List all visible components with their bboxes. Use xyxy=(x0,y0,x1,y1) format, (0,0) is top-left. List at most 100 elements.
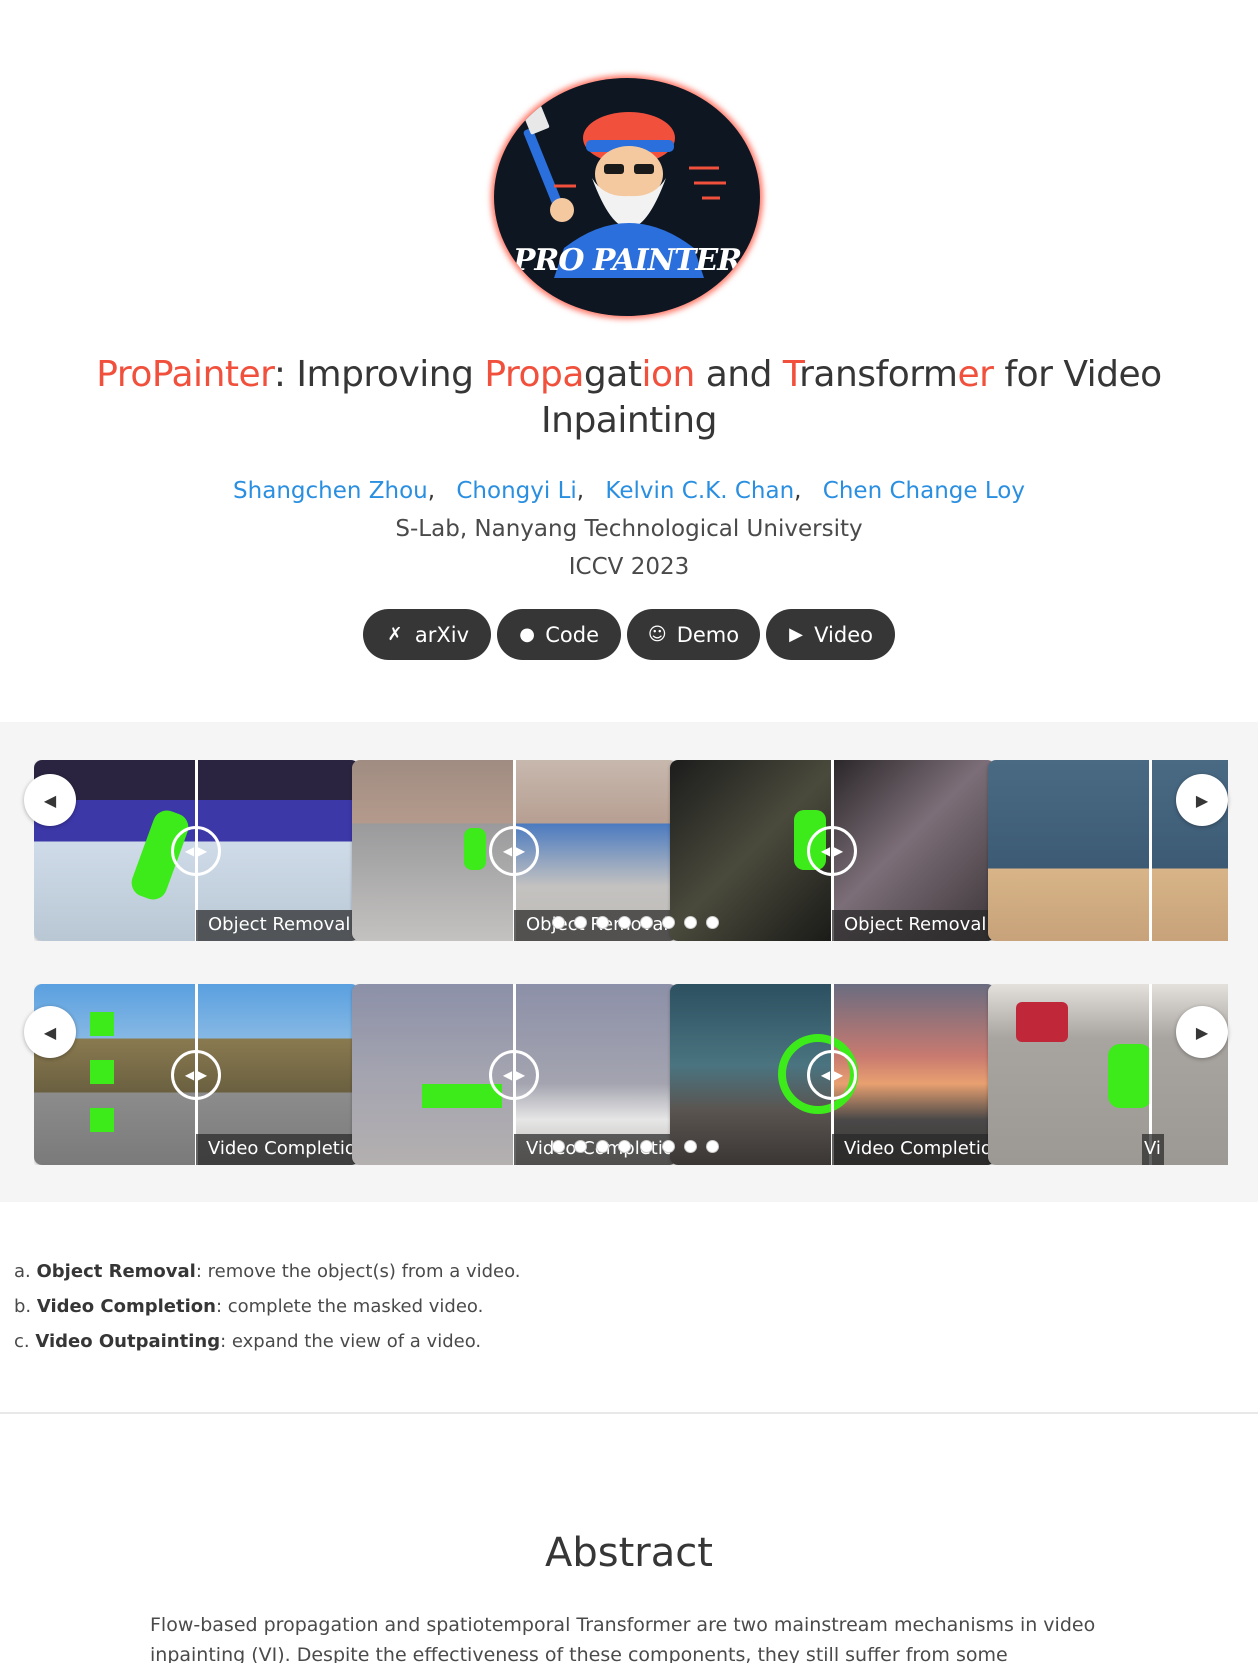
object-mask xyxy=(1108,1044,1152,1108)
pagination-dot[interactable] xyxy=(684,916,697,929)
carousel-next-button[interactable]: ▶ xyxy=(1176,1006,1228,1058)
abstract-text: Flow-based propagation and spatiotempora… xyxy=(150,1614,1096,1663)
card-label: Video Completion xyxy=(832,1134,995,1165)
button-label: arXiv xyxy=(414,622,469,647)
title-segment: gat xyxy=(583,354,642,395)
pagination-dot[interactable] xyxy=(640,916,653,929)
affiliation: S-Lab, Nanyang Technological University xyxy=(395,516,863,542)
object-mask xyxy=(464,828,486,870)
task-name: Video Outpainting xyxy=(35,1331,221,1352)
publication-links: ✗ arXiv ● Code ☺ Demo ▶ Video xyxy=(0,609,1258,660)
carousel-prev-button[interactable]: ◀ xyxy=(24,1006,76,1058)
carousel-prev-button[interactable]: ◀ xyxy=(24,774,76,826)
slider-handle-icon[interactable]: ◀ ▶ xyxy=(807,826,857,876)
task-item: a. Object Removal: remove the object(s) … xyxy=(14,1254,521,1289)
video-completion-carousel: ◀ ▶ Video Completion ◀ ▶ Video Completio… xyxy=(34,984,1228,1165)
pagination-dot[interactable] xyxy=(662,1140,675,1153)
logo-wordmark: PRO PAINTER xyxy=(512,243,742,278)
section-divider xyxy=(0,1412,1258,1414)
card-label: Vi xyxy=(1142,1134,1164,1165)
mask-block xyxy=(90,1108,114,1132)
button-label: Demo xyxy=(676,622,740,647)
author-separator: , xyxy=(427,478,436,504)
author-link[interactable]: Shangchen Zhou xyxy=(233,478,428,504)
slider-divider xyxy=(1149,760,1152,941)
demo-button[interactable]: ☺ Demo xyxy=(627,609,760,660)
comparison-slider[interactable]: ◀ ▶ Object Removal xyxy=(670,760,995,941)
button-label: Code xyxy=(545,622,599,647)
author-link[interactable]: Kelvin C.K. Chan xyxy=(605,478,794,504)
slider-handle-icon[interactable]: ◀ ▶ xyxy=(489,826,539,876)
github-icon: ● xyxy=(519,624,535,645)
list-marker: c. xyxy=(14,1331,30,1352)
huggingface-icon: ☺ xyxy=(647,624,667,645)
card-label: Video Completion xyxy=(196,1134,359,1165)
pagination-dot[interactable] xyxy=(618,916,631,929)
title-segment: ransform xyxy=(799,354,958,395)
carousel-pagination xyxy=(552,916,719,929)
pagination-dot[interactable] xyxy=(684,1140,697,1153)
carousel-next-button[interactable]: ▶ xyxy=(1176,774,1228,826)
input-frame xyxy=(988,760,1150,941)
title-segment: T xyxy=(782,354,800,395)
author-list: Shangchen Zhou, Chongyi Li, Kelvin C.K. … xyxy=(0,478,1258,504)
title-segment: and xyxy=(694,354,783,395)
pagination-dot[interactable] xyxy=(618,1140,631,1153)
pagination-dot[interactable] xyxy=(640,1140,653,1153)
task-description: : remove the object(s) from a video. xyxy=(195,1261,521,1282)
pagination-dot[interactable] xyxy=(706,916,719,929)
task-list: a. Object Removal: remove the object(s) … xyxy=(14,1254,521,1359)
pagination-dot[interactable] xyxy=(662,916,675,929)
title-segment: ProPainter xyxy=(96,354,274,395)
results-gallery: ◀ ▶ Object Removal ◀ ▶ Object Removal ◀ … xyxy=(0,722,1258,1202)
author-separator: , xyxy=(576,478,585,504)
title-segment: Propa xyxy=(484,354,584,395)
pagination-dot[interactable] xyxy=(574,916,587,929)
pagination-dot[interactable] xyxy=(596,1140,609,1153)
button-label: Video xyxy=(814,622,873,647)
car xyxy=(1016,1002,1068,1042)
slider-handle-icon[interactable]: ◀ ▶ xyxy=(489,1050,539,1100)
author-link[interactable]: Chen Change Loy xyxy=(823,478,1025,504)
painter-mascot-icon xyxy=(522,105,726,278)
task-item: b. Video Completion: complete the masked… xyxy=(14,1289,521,1324)
pagination-dot[interactable] xyxy=(574,1140,587,1153)
title-segment: er xyxy=(957,354,994,395)
abstract-heading: Abstract xyxy=(545,1530,713,1576)
comparison-slider[interactable]: ◀ ▶ Object Removal xyxy=(352,760,677,941)
mask-block xyxy=(422,1084,502,1108)
card-label: Object Removal xyxy=(196,910,359,941)
comparison-slider[interactable]: ◀ ▶ Video Completion xyxy=(352,984,677,1165)
pagination-dot[interactable] xyxy=(552,1140,565,1153)
task-name: Video Completion xyxy=(36,1296,216,1317)
slider-handle-icon[interactable]: ◀ ▶ xyxy=(807,1050,857,1100)
list-marker: b. xyxy=(14,1296,32,1317)
pagination-dot[interactable] xyxy=(706,1140,719,1153)
pagination-dot[interactable] xyxy=(596,916,609,929)
venue: ICCV 2023 xyxy=(568,554,690,580)
task-item: c. Video Outpainting: expand the view of… xyxy=(14,1324,521,1359)
list-marker: a. xyxy=(14,1261,31,1282)
chevron-right-icon: ▶ xyxy=(1195,1022,1209,1042)
chevron-left-icon: ◀ xyxy=(43,1022,57,1042)
comparison-slider[interactable]: ◀ ▶ Video Completion xyxy=(670,984,995,1165)
arxiv-icon: ✗ xyxy=(387,624,403,645)
author-link[interactable]: Chongyi Li xyxy=(456,478,576,504)
object-removal-carousel: ◀ ▶ Object Removal ◀ ▶ Object Removal ◀ … xyxy=(34,760,1228,941)
logo-badge: PRO PAINTER xyxy=(494,78,760,316)
video-button[interactable]: ▶ Video xyxy=(766,609,895,660)
mask-block xyxy=(90,1012,114,1036)
author-separator: , xyxy=(794,478,802,504)
title-segment: : Improving xyxy=(273,354,485,395)
code-button[interactable]: ● Code xyxy=(497,609,621,660)
comparison-slider[interactable]: ◀ ▶ Video Completion xyxy=(34,984,359,1165)
arxiv-button[interactable]: ✗ arXiv xyxy=(363,609,491,660)
pagination-dot[interactable] xyxy=(552,916,565,929)
slider-handle-icon[interactable]: ◀ ▶ xyxy=(171,1050,221,1100)
page-title: ProPainter: Improving Propagation and Tr… xyxy=(60,352,1198,444)
title-segment: n xyxy=(672,354,695,395)
slider-handle-icon[interactable]: ◀ ▶ xyxy=(171,826,221,876)
mask-block xyxy=(90,1060,114,1084)
comparison-slider[interactable]: ◀ ▶ Object Removal xyxy=(34,760,359,941)
task-description: : complete the masked video. xyxy=(215,1296,484,1317)
